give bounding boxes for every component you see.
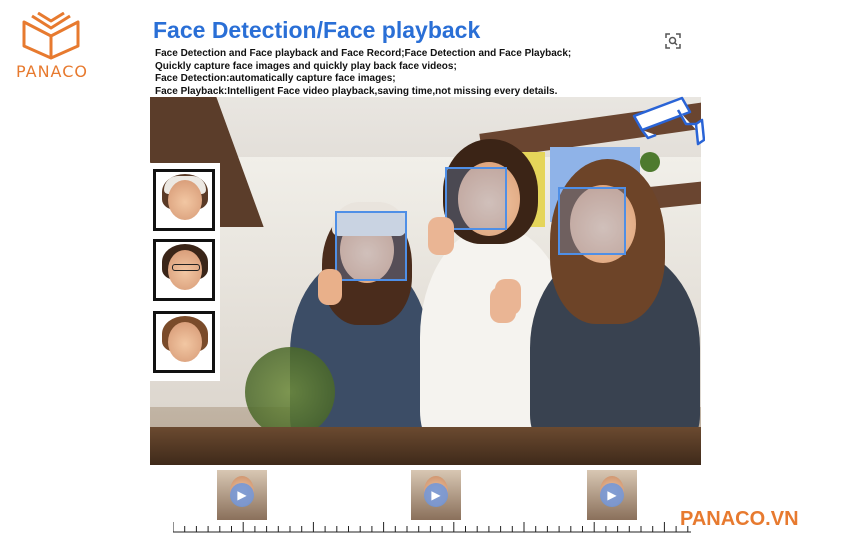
playback-clip[interactable]: ▶ — [587, 470, 637, 520]
playback-clip[interactable]: ▶ — [411, 470, 461, 520]
camera-scene-image — [150, 97, 701, 465]
brand-name: PANACO — [16, 62, 88, 81]
playback-timeline[interactable] — [173, 520, 691, 533]
face-detection-box — [335, 211, 407, 281]
panaco-logo: PANACO — [12, 12, 92, 84]
face-snapshot-list — [150, 163, 220, 381]
face-snapshot-thumbnail[interactable] — [153, 311, 215, 373]
playback-clip[interactable]: ▶ — [217, 470, 267, 520]
page-title: Face Detection/Face playback — [153, 17, 481, 43]
face-detection-box — [558, 187, 626, 255]
visual-search-icon[interactable] — [660, 28, 686, 54]
face-detection-box — [445, 167, 507, 230]
play-icon[interactable]: ▶ — [600, 483, 624, 507]
play-icon[interactable]: ▶ — [230, 483, 254, 507]
website-label: PANACO.VN — [680, 508, 799, 530]
description-line: Face Detection and Face playback and Fac… — [155, 48, 572, 59]
description-block: Face Detection and Face playback and Fac… — [155, 48, 571, 98]
play-icon[interactable]: ▶ — [424, 483, 448, 507]
description-line: Quickly capture face images and quickly … — [155, 60, 457, 72]
cctv-camera-icon — [632, 96, 705, 146]
description-line: Face Detection:automatically capture fac… — [155, 73, 396, 84]
open-book-logo-icon — [22, 12, 80, 60]
face-snapshot-thumbnail[interactable] — [153, 239, 215, 301]
face-snapshot-thumbnail[interactable] — [153, 169, 215, 231]
